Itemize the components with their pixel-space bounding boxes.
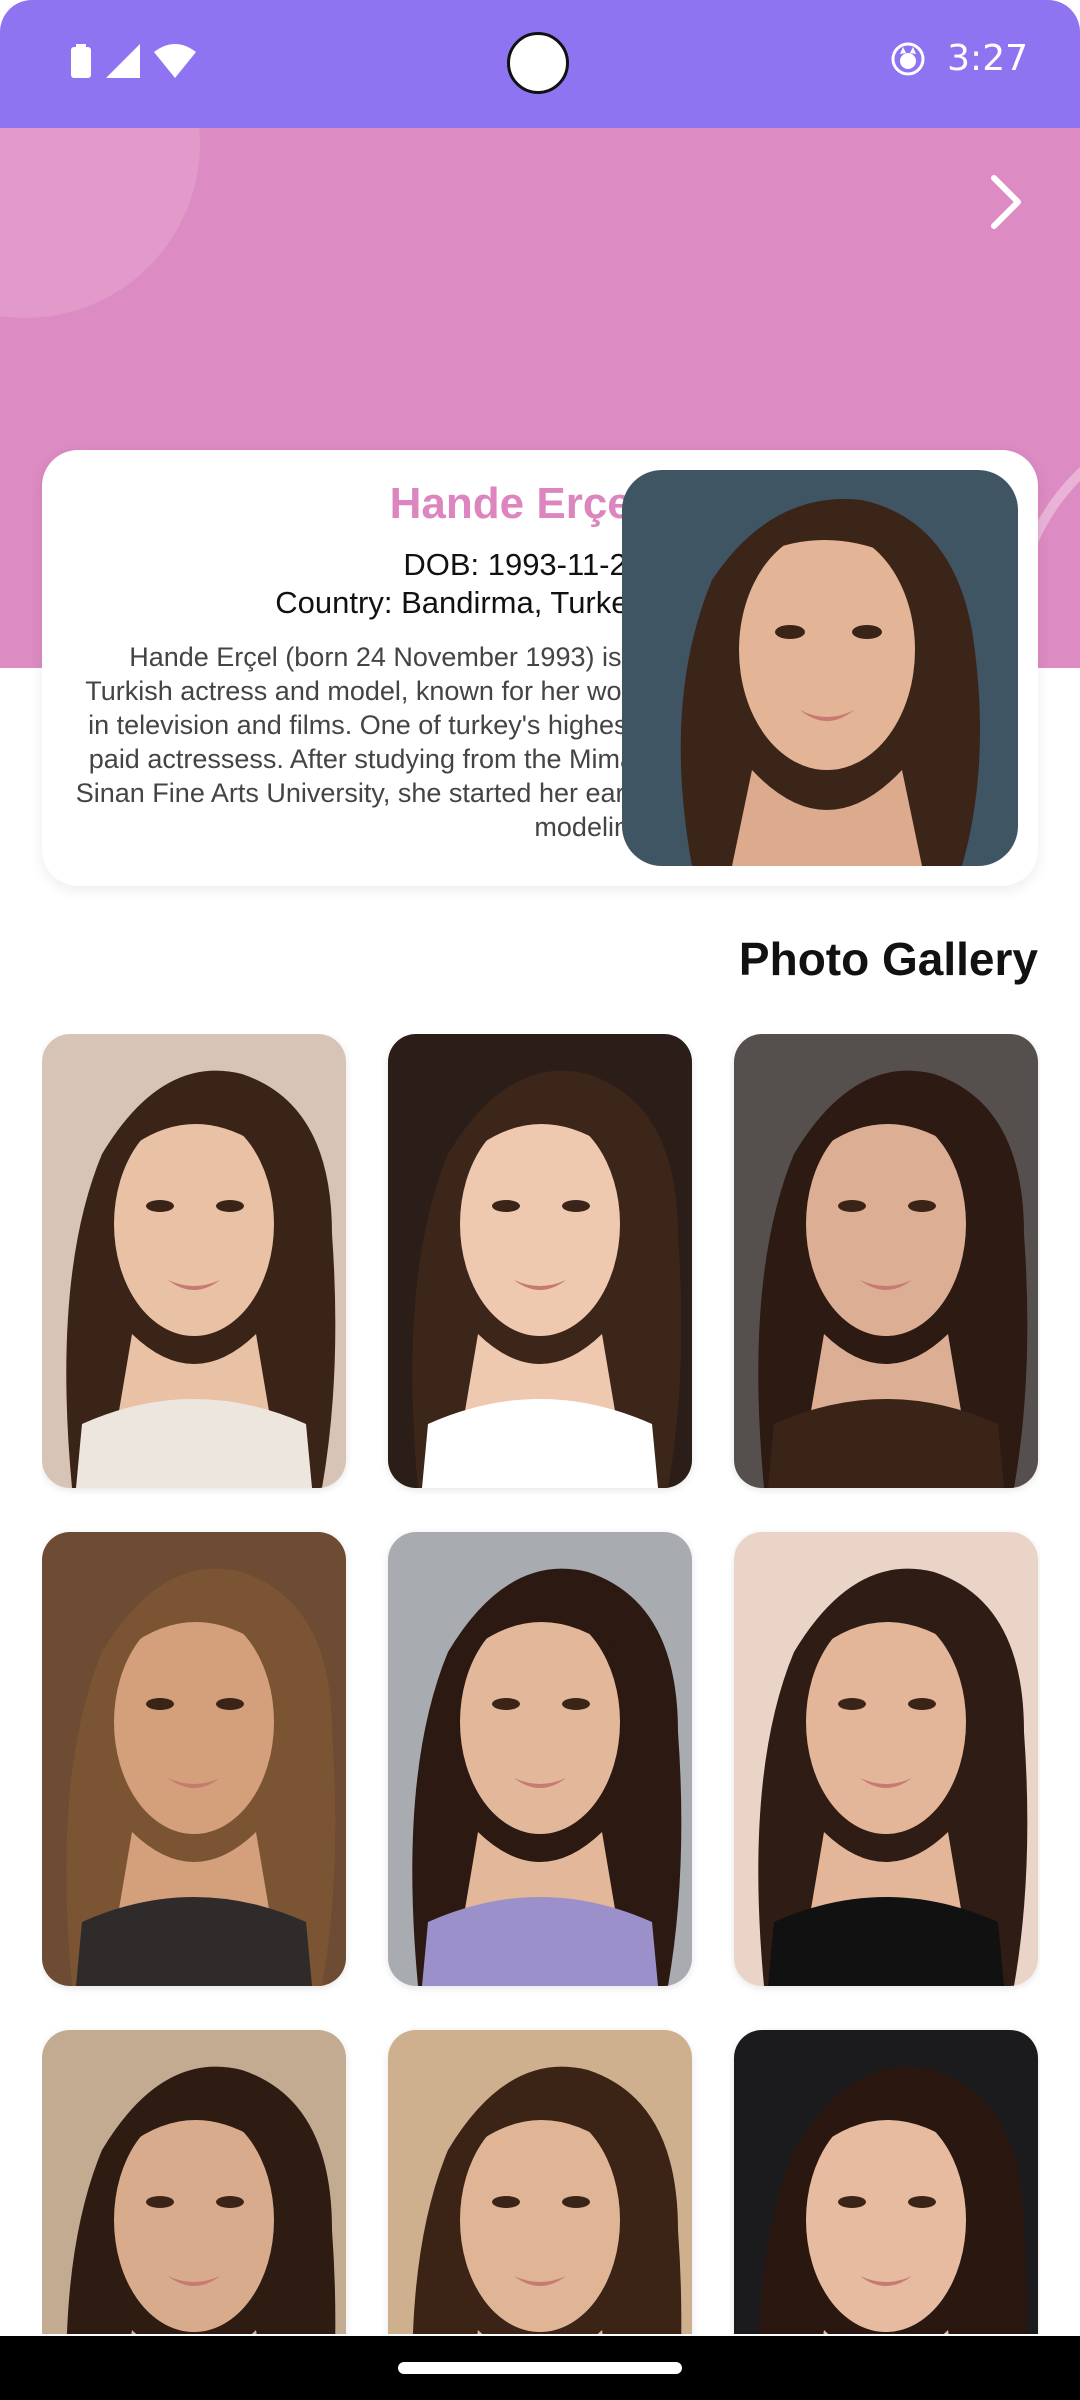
gallery-photo[interactable] [42, 1034, 346, 1488]
navigation-bar [0, 2336, 1080, 2400]
gallery-photo[interactable] [734, 1532, 1038, 1986]
front-camera [507, 32, 569, 94]
status-time: 3:27 [947, 38, 1028, 79]
gallery-photo[interactable] [388, 1034, 692, 1488]
wifi-icon [154, 44, 196, 78]
status-bar: 3:27 [0, 0, 1080, 128]
profile-name: Hande Erçel [389, 479, 644, 528]
notification-app-icon [891, 42, 925, 75]
profile-info: Hande Erçel DOB: 1993-11-24 Country: Ban… [66, 474, 644, 844]
photo-gallery-grid [42, 1034, 1040, 2334]
gallery-photo[interactable] [388, 2030, 692, 2334]
gallery-photo[interactable] [734, 1034, 1038, 1488]
next-button[interactable] [968, 164, 1044, 240]
profile-dob: DOB: 1993-11-24 [403, 547, 644, 582]
signal-icon [106, 44, 140, 78]
profile-country: Country: Bandirma, Turkey [275, 585, 644, 620]
gallery-title: Photo Gallery [738, 933, 1038, 985]
battery-icon [71, 44, 91, 78]
gallery-photo[interactable] [42, 2030, 346, 2334]
status-icons-right: 3:27 [891, 38, 1028, 79]
status-icons-left [70, 44, 196, 78]
gallery-photo[interactable] [42, 1532, 346, 1986]
gallery-photo[interactable] [388, 1532, 692, 1986]
home-gesture-handle[interactable] [398, 2362, 682, 2374]
profile-card: Hande Erçel DOB: 1993-11-24 Country: Ban… [42, 450, 1038, 886]
profile-photo [622, 470, 1018, 866]
gallery-photo[interactable] [734, 2030, 1038, 2334]
decorative-circle [0, 128, 200, 318]
profile-bio: Hande Erçel (born 24 November 1993) is a… [75, 642, 644, 842]
chevron-right-icon [991, 175, 1021, 229]
